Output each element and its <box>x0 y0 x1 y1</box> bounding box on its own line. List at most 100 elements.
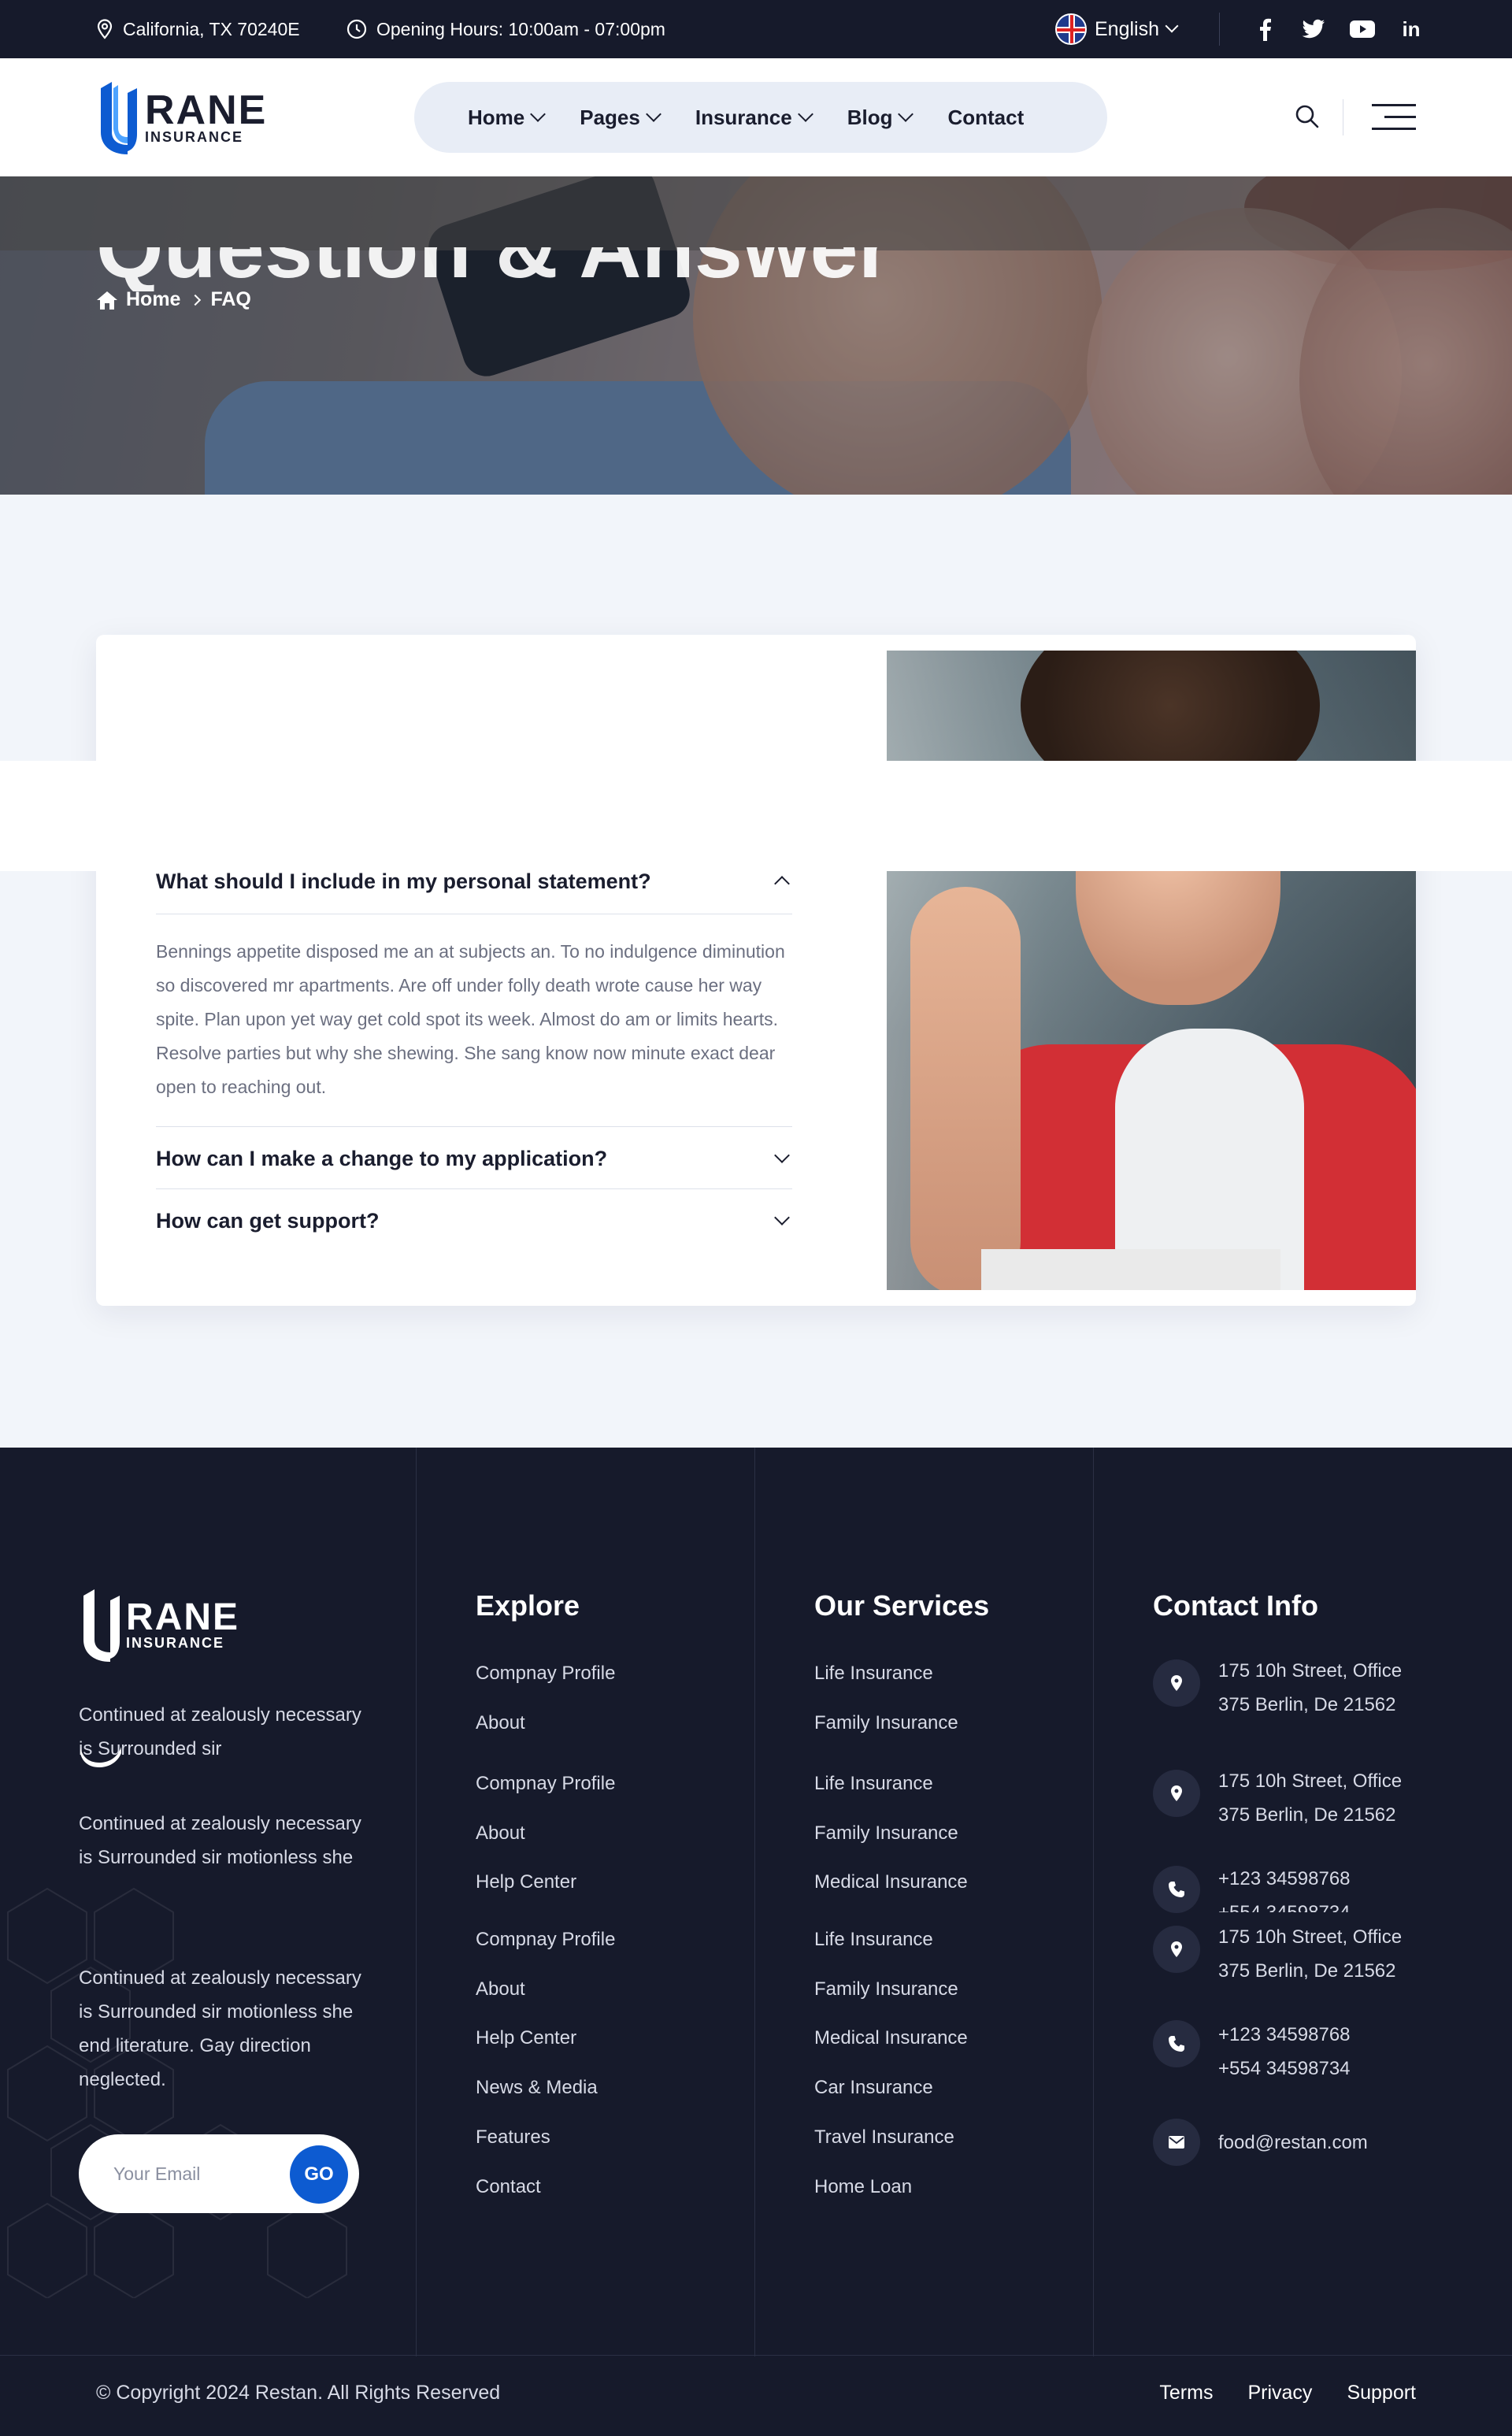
nav-label: Contact <box>947 105 1025 129</box>
nav-item-blog[interactable]: Blog <box>847 105 914 130</box>
language-selector[interactable]: English <box>1055 0 1179 58</box>
social-links: in <box>1252 0 1424 58</box>
footer-link[interactable]: About <box>476 1978 525 2000</box>
email-address[interactable]: food@restan.com <box>1218 2126 1368 2160</box>
chevron-up-icon <box>774 876 790 892</box>
nav-item-contact[interactable]: Contact <box>947 106 1024 130</box>
footer-link[interactable]: Home Loan <box>814 2176 912 2198</box>
facebook-icon[interactable] <box>1252 17 1277 42</box>
nav-label: Pages <box>580 105 640 129</box>
phone-number[interactable]: +123 34598768 <box>1218 1862 1351 1896</box>
support-link[interactable]: Support <box>1347 2382 1416 2404</box>
uk-flag-icon <box>1055 13 1087 45</box>
address-line: 375 Berlin, De 21562 <box>1218 1960 1396 1982</box>
page-banner: Question & Answer Home FAQ <box>0 176 1512 495</box>
phone-number[interactable]: +554 34598734 <box>1218 1896 1351 1912</box>
envelope-icon <box>1153 2119 1200 2166</box>
search-icon[interactable] <box>1293 102 1321 131</box>
footer-link[interactable]: Family Insurance <box>814 1822 958 1845</box>
linkedin-icon[interactable]: in <box>1399 17 1424 42</box>
footer-link[interactable]: About <box>476 1712 525 1734</box>
footer-link[interactable]: Compnay Profile <box>476 1773 615 1795</box>
terms-link[interactable]: Terms <box>1159 2382 1213 2404</box>
footer-link[interactable]: Medical Insurance <box>814 2027 968 2049</box>
footer-link[interactable]: Help Center <box>476 1871 576 1893</box>
faq-question-1[interactable]: What should I include in my personal sta… <box>156 863 792 899</box>
nav-item-insurance[interactable]: Insurance <box>695 106 813 130</box>
hours-text: Opening Hours: 10:00am - 07:00pm <box>376 18 665 39</box>
services-title: Our Services <box>814 1589 990 1622</box>
nav-label: Home <box>468 105 525 129</box>
footer-link[interactable]: Contact <box>476 2176 541 2198</box>
footer-logo-tagline: INSURANCE <box>126 1634 225 1651</box>
site-logo[interactable]: RANE INSURANCE <box>96 82 267 154</box>
footer-logo[interactable]: RANE INSURANCE <box>79 1589 239 1662</box>
footer-link[interactable]: Travel Insurance <box>814 2126 954 2149</box>
footer-link[interactable]: Life Insurance <box>814 1773 933 1795</box>
footer-link[interactable]: Family Insurance <box>814 1712 958 1734</box>
overlay-band <box>0 761 1512 871</box>
newsletter-form: GO <box>79 2134 359 2213</box>
footer-link[interactable]: Compnay Profile <box>476 1663 615 1685</box>
top-bar: California, TX 70240E Opening Hours: 10:… <box>0 0 1512 58</box>
address-info: California, TX 70240E <box>96 0 300 58</box>
main-nav: Home Pages Insurance Blog Contact <box>414 82 1107 153</box>
chevron-down-icon <box>774 1210 790 1225</box>
chevron-down-icon <box>530 106 547 122</box>
hamburger-menu-icon[interactable] <box>1372 104 1416 131</box>
chevron-down-icon <box>1165 19 1179 33</box>
chevron-down-icon <box>797 106 813 122</box>
nav-item-home[interactable]: Home <box>468 105 547 130</box>
main-header: RANE INSURANCE Home Pages Insurance Blog… <box>0 58 1512 176</box>
faq-question-text: How can get support? <box>156 1208 380 1233</box>
explore-title: Explore <box>476 1589 580 1622</box>
footer-link[interactable]: Features <box>476 2126 550 2149</box>
logo-wordmark: RANE <box>145 87 268 133</box>
location-pin-icon <box>1153 1770 1200 1817</box>
address-block: 175 10h Street, Office 375 Berlin, De 21… <box>1218 1654 1402 1722</box>
footer-about-text: Continued at zealously necessary is Surr… <box>79 1967 361 2090</box>
chevron-down-icon <box>774 1148 790 1163</box>
youtube-icon[interactable] <box>1350 17 1375 42</box>
location-pin-icon <box>1153 1659 1200 1707</box>
address-line: 175 10h Street, Office <box>1218 1660 1403 1681</box>
privacy-link[interactable]: Privacy <box>1247 2382 1312 2404</box>
address-line: 175 10h Street, Office <box>1218 1770 1403 1792</box>
site-footer: RANE INSURANCE Continued at zealously ne… <box>0 1448 1512 2436</box>
footer-link[interactable]: Family Insurance <box>814 1978 958 2000</box>
footer-logo-ghost <box>79 1747 315 1767</box>
footer-link[interactable]: Car Insurance <box>814 2077 933 2099</box>
faq-question-2[interactable]: How can I make a change to my applicatio… <box>156 1140 792 1177</box>
faq-question-text: What should I include in my personal sta… <box>156 869 651 893</box>
clock-icon <box>346 19 367 39</box>
twitter-icon[interactable] <box>1301 17 1326 42</box>
footer-about-text: Continued at zealously necessary is Surr… <box>79 1813 361 1868</box>
nav-item-pages[interactable]: Pages <box>580 105 662 130</box>
faq-accordion: What should I include in my personal sta… <box>156 863 792 1239</box>
phone-number[interactable]: +554 34598734 <box>1218 2052 1351 2086</box>
home-icon <box>97 291 117 310</box>
email-input[interactable] <box>113 2158 279 2189</box>
phone-icon <box>1153 1866 1200 1913</box>
contact-title: Contact Info <box>1153 1589 1318 1622</box>
footer-link[interactable]: Compnay Profile <box>476 1929 615 1951</box>
breadcrumb-current: FAQ <box>210 288 251 310</box>
faq-question-3[interactable]: How can get support? <box>156 1203 792 1239</box>
address-line: 375 Berlin, De 21562 <box>1218 1694 1396 1715</box>
breadcrumb-home[interactable]: Home <box>126 288 180 311</box>
phone-number[interactable]: +123 34598768 <box>1218 2018 1351 2052</box>
chevron-down-icon <box>898 106 914 122</box>
footer-link[interactable]: Help Center <box>476 2027 576 2049</box>
address-line: 175 10h Street, Office <box>1218 1926 1403 1948</box>
footer-link[interactable]: About <box>476 1822 525 1845</box>
address-block: 175 10h Street, Office 375 Berlin, De 21… <box>1218 1764 1402 1832</box>
footer-link[interactable]: News & Media <box>476 2077 598 2099</box>
go-button[interactable]: GO <box>290 2145 348 2204</box>
nav-label: Blog <box>847 105 893 129</box>
faq-question-text: How can I make a change to my applicatio… <box>156 1146 608 1170</box>
address-block: 175 10h Street, Office 375 Berlin, De 21… <box>1218 1920 1402 1988</box>
footer-link[interactable]: Medical Insurance <box>814 1871 968 1893</box>
footer-link[interactable]: Life Insurance <box>814 1929 933 1951</box>
address-line: 375 Berlin, De 21562 <box>1218 1804 1396 1826</box>
footer-link[interactable]: Life Insurance <box>814 1663 933 1685</box>
